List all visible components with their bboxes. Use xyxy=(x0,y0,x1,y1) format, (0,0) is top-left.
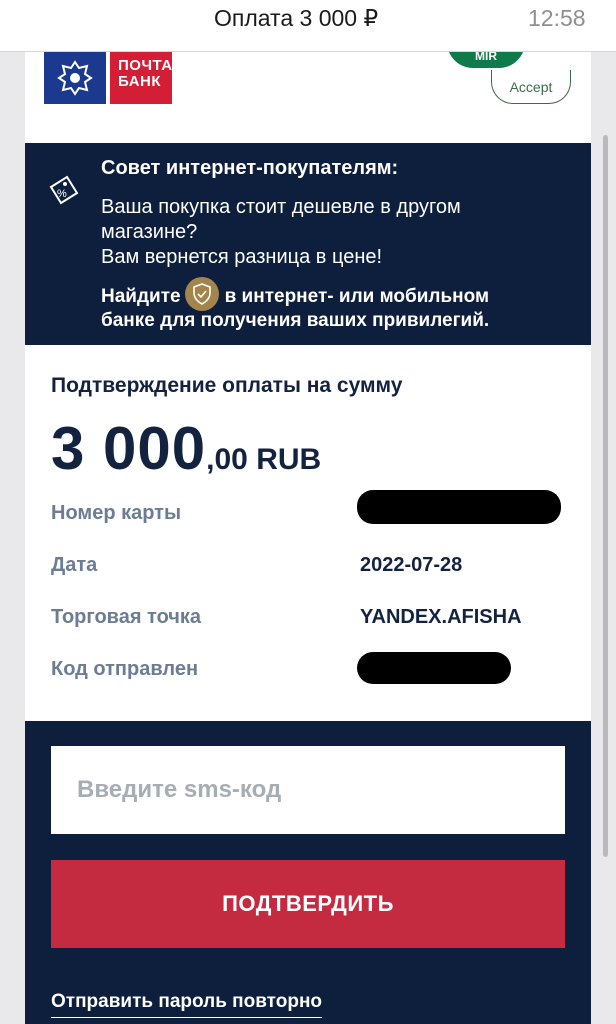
payment-page: ПОЧТА БАНК MIR Accept % Совет интернет-п… xyxy=(25,52,591,1024)
tip-find-after: в интернет- или мобильном xyxy=(224,286,490,308)
browser-top-bar: Оплата 3 000 ₽ 12:58 xyxy=(0,0,616,52)
phone-redacted xyxy=(357,652,511,684)
tip-title: Совет интернет-покупателям: xyxy=(101,157,399,179)
page-title: Оплата 3 000 ₽ xyxy=(214,5,379,31)
resend-password-link[interactable]: Отправить пароль повторно xyxy=(51,991,323,1018)
sms-form: ПОДТВЕРДИТЬ Отправить пароль повторно xyxy=(25,721,591,1024)
clock: 12:58 xyxy=(528,5,586,31)
confirm-title: Подтверждение оплаты на сумму xyxy=(51,374,403,397)
accept-badge: Accept xyxy=(491,70,571,104)
code-sent-label: Код отправлен xyxy=(51,658,199,680)
tip-find-before: Найдите xyxy=(101,286,181,308)
date-label: Дата xyxy=(51,554,98,576)
scrollbar[interactable] xyxy=(603,135,608,857)
tip-banner: % Совет интернет-покупателям: Ваша покуп… xyxy=(25,143,591,345)
mir-badge: MIR xyxy=(447,52,525,68)
tip-line-2: магазине? xyxy=(101,221,198,243)
merchant-label: Торговая точка xyxy=(51,606,202,628)
eagle-crest-icon xyxy=(44,52,106,104)
logo-line-2: БАНК xyxy=(118,73,162,90)
confirm-button[interactable]: ПОДТВЕРДИТЬ xyxy=(51,860,565,948)
merchant-value: YANDEX.AFISHA xyxy=(360,606,522,628)
shield-check-icon xyxy=(184,277,219,311)
tip-find-line-2: банке для получения ваших привилегий. xyxy=(101,310,490,331)
sms-code-input[interactable] xyxy=(51,746,565,834)
card-number-redacted xyxy=(357,490,561,524)
date-value: 2022-07-28 xyxy=(360,554,463,576)
discount-tag-icon: % xyxy=(43,173,83,222)
tip-line-1: Ваша покупка стоит дешевле в другом xyxy=(101,196,461,218)
amount-integer: 3 000 xyxy=(51,415,207,482)
logo-line-1: ПОЧТА xyxy=(118,57,173,74)
tip-line-3: Вам вернется разница в цене! xyxy=(101,246,383,268)
payment-amount: 3 000,00 RUB xyxy=(51,414,321,483)
pochta-bank-logo: ПОЧТА БАНК xyxy=(44,52,172,104)
tip-find-line: Найдите в интернет- или мобильном xyxy=(101,277,490,311)
logo-wordmark: ПОЧТА БАНК xyxy=(110,52,172,104)
amount-decimal: ,00 RUB xyxy=(206,443,322,476)
svg-text:%: % xyxy=(57,188,67,200)
card-number-label: Номер карты xyxy=(51,502,182,524)
